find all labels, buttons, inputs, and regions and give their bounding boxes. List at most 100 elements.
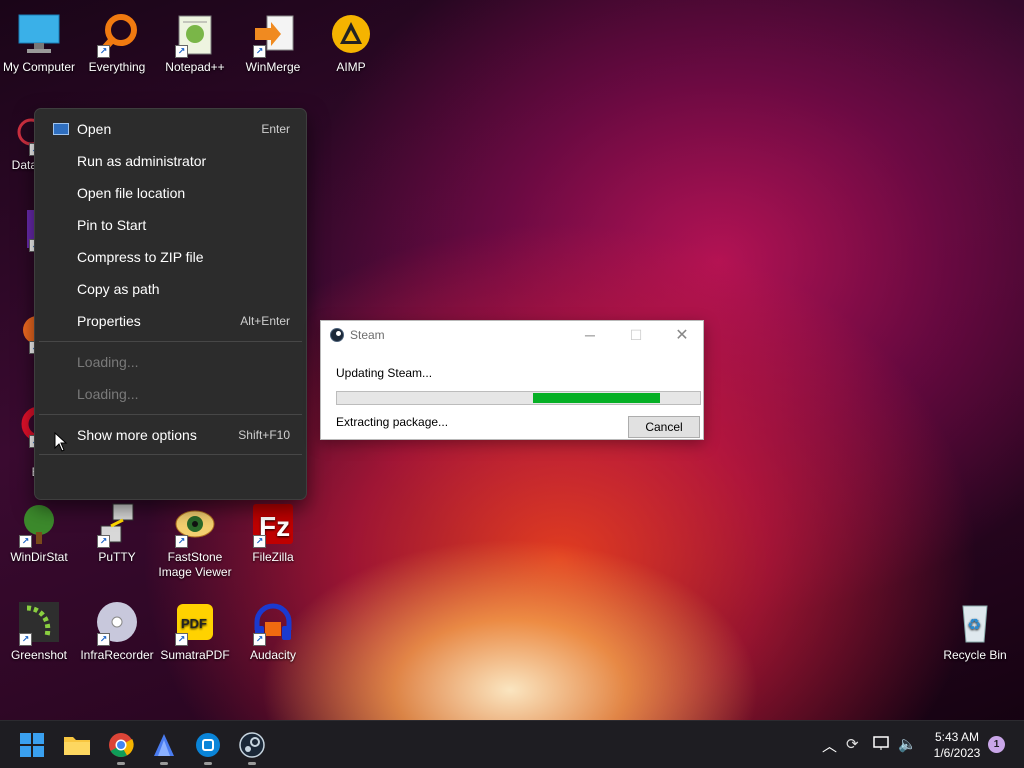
menu-item-copy-as-path[interactable]: Copy as path xyxy=(39,273,302,305)
taskbar-chrome[interactable] xyxy=(105,729,137,765)
steam-icon xyxy=(330,328,344,342)
menu-separator xyxy=(39,414,302,415)
notification-badge[interactable]: 1 xyxy=(988,736,1005,753)
progress-fill xyxy=(533,393,661,403)
desktop-icon-my-computer[interactable]: My Computer xyxy=(0,10,78,75)
menu-item-loading: Loading... xyxy=(39,346,302,378)
menu-item-label: Show more options xyxy=(77,427,197,443)
taskbar-app-4[interactable] xyxy=(148,729,180,765)
folder-icon xyxy=(64,737,90,755)
network-icon[interactable] xyxy=(872,735,890,755)
desktop-icon-label: AIMP xyxy=(336,60,366,74)
close-button[interactable]: ✕ xyxy=(659,321,705,349)
clock-date: 1/6/2023 xyxy=(933,746,981,760)
dialog-titlebar[interactable]: Steam ─ ☐ ✕ xyxy=(321,321,703,349)
menu-item-properties[interactable]: Properties Alt+Enter xyxy=(39,305,302,337)
menu-item-shortcut: Shift+F10 xyxy=(238,428,290,442)
desktop-icon-aimp[interactable]: AIMP xyxy=(312,10,390,75)
menu-item-label: Loading... xyxy=(77,354,139,370)
progress-bar xyxy=(336,391,701,405)
menu-separator xyxy=(39,454,302,455)
desktop-icon-everything[interactable]: ↗ Everything xyxy=(78,10,156,75)
aimp-icon xyxy=(327,10,375,58)
menu-item-shortcut: Alt+Enter xyxy=(240,314,290,328)
app-icon xyxy=(196,733,220,757)
eye-icon: ↗ xyxy=(171,500,219,548)
notepad-icon: ↗ xyxy=(171,10,219,58)
substatus-text: Extracting package... xyxy=(336,415,449,429)
menu-item-pin-to-start[interactable]: Pin to Start xyxy=(39,209,302,241)
desktop-icon-label: PuTTY xyxy=(98,550,136,564)
desktop-icon-faststone[interactable]: ↗ FastStone Image Viewer xyxy=(156,500,234,580)
menu-item-open[interactable]: Open Enter xyxy=(39,113,302,145)
desktop-icon-label: My Computer xyxy=(2,60,76,74)
desktop-icon-winmerge[interactable]: ↗ WinMerge xyxy=(234,10,312,75)
desktop-icon-windirstat[interactable]: ↗ WinDirStat xyxy=(0,500,78,565)
steam-update-dialog: Steam ─ ☐ ✕ Updating Steam... Extracting… xyxy=(320,320,704,440)
steam-icon xyxy=(239,732,265,758)
cancel-button[interactable]: Cancel xyxy=(628,416,700,438)
clock[interactable]: 5:43 AM 1/6/2023 xyxy=(926,729,988,761)
desktop-icon-label: Recycle Bin xyxy=(943,648,1007,662)
desktop-icon-recycle-bin[interactable]: ♻ Recycle Bin xyxy=(936,598,1014,663)
windows-icon xyxy=(20,733,44,757)
menu-item-compress-zip[interactable]: Compress to ZIP file xyxy=(39,241,302,273)
taskbar-app-5[interactable] xyxy=(192,729,224,765)
mouse-cursor-icon xyxy=(54,432,68,452)
desktop-icon-putty[interactable]: ↗ PuTTY xyxy=(78,500,156,565)
menu-item-run-as-admin[interactable]: Run as administrator xyxy=(39,145,302,177)
desktop-icon-notepadpp[interactable]: ↗ Notepad++ xyxy=(156,10,234,75)
menu-item-open-file-location[interactable]: Open file location xyxy=(39,177,302,209)
menu-separator xyxy=(39,341,302,342)
start-button[interactable] xyxy=(16,729,48,761)
magnifier-icon: ↗ xyxy=(93,10,141,58)
desktop-icon-label: SumatraPDF xyxy=(160,648,230,662)
desktop-icon-filezilla[interactable]: Fz ↗ FileZilla xyxy=(234,500,312,565)
greenshot-icon: ↗ xyxy=(15,598,63,646)
menu-item-label: Copy as path xyxy=(77,281,160,297)
disc-icon: ↗ xyxy=(93,598,141,646)
winmerge-icon: ↗ xyxy=(249,10,297,58)
maximize-button: ☐ xyxy=(629,326,643,343)
app-icon xyxy=(154,734,174,756)
context-menu: Open Enter Run as administrator Open fil… xyxy=(34,108,307,500)
tree-icon: ↗ xyxy=(15,500,63,548)
menu-item-label: Open xyxy=(77,121,112,137)
desktop-icon-infrarecorder[interactable]: ↗ InfraRecorder xyxy=(78,598,156,663)
menu-item-shortcut: Enter xyxy=(261,122,290,136)
volume-icon[interactable]: 🔈 xyxy=(898,735,917,753)
svg-text:PDF: PDF xyxy=(181,616,207,631)
filezilla-icon: Fz ↗ xyxy=(249,500,297,548)
chrome-icon xyxy=(109,733,134,758)
menu-item-label: Run as administrator xyxy=(77,153,207,169)
show-hidden-icons-chevron-icon[interactable]: ︿ xyxy=(822,735,837,756)
pdf-icon: PDF ↗ xyxy=(171,598,219,646)
desktop-icon-label: InfraRecorder xyxy=(80,648,154,662)
putty-icon: ↗ xyxy=(93,500,141,548)
menu-item-label: Compress to ZIP file xyxy=(77,249,204,265)
svg-text:♻: ♻ xyxy=(967,615,981,634)
taskbar-file-explorer[interactable] xyxy=(61,729,93,761)
desktop-icon-label: Audacity xyxy=(249,648,297,662)
menu-item-label: Open file location xyxy=(77,185,186,201)
menu-item-show-more-options[interactable]: Show more options Shift+F10 xyxy=(39,419,302,451)
status-text: Updating Steam... xyxy=(336,366,433,380)
desktop-icon-label: Greenshot xyxy=(10,648,68,662)
window-icon xyxy=(53,123,69,135)
recycle-bin-icon: ♻ xyxy=(951,598,999,646)
desktop-icon-label: WinMerge xyxy=(245,60,301,74)
desktop-icon-audacity[interactable]: ↗ Audacity xyxy=(234,598,312,663)
desktop-icon-greenshot[interactable]: ↗ Greenshot xyxy=(0,598,78,663)
menu-item-label: Properties xyxy=(77,313,141,329)
desktop-icon-label: FastStone Image Viewer xyxy=(158,550,232,579)
desktop-icon-label: Everything xyxy=(88,60,146,74)
sync-icon[interactable]: ⟳ xyxy=(846,735,859,753)
dialog-title: Steam xyxy=(350,328,385,342)
minimize-button[interactable]: ─ xyxy=(567,321,613,349)
menu-item-label: Pin to Start xyxy=(77,217,147,233)
desktop-icon-label: Notepad++ xyxy=(165,60,225,74)
taskbar-steam[interactable] xyxy=(236,729,268,765)
headphones-icon: ↗ xyxy=(249,598,297,646)
taskbar: ︿ ⟳ 🔈 5:43 AM 1/6/2023 xyxy=(0,720,1024,768)
desktop-icon-sumatrapdf[interactable]: PDF ↗ SumatraPDF xyxy=(156,598,234,663)
